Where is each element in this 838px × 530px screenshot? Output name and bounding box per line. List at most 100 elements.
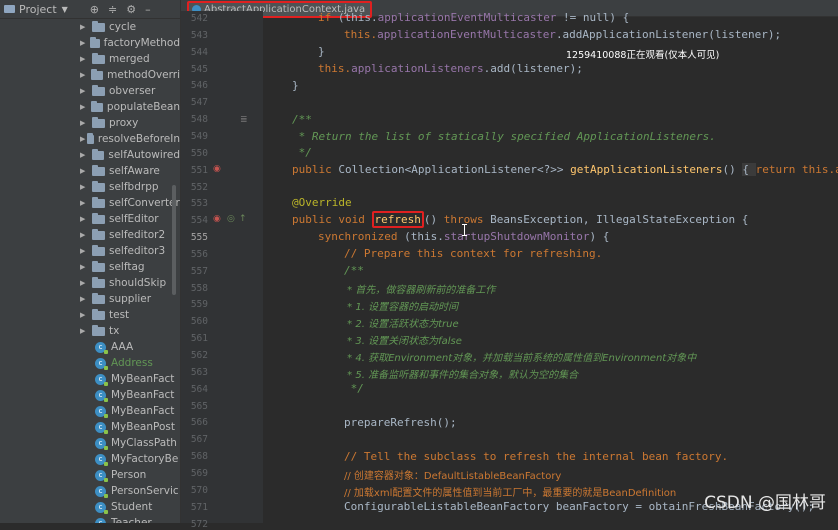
- chevron-right-icon[interactable]: ▶: [80, 231, 90, 239]
- tree-item-class[interactable]: c MyBeanPost: [0, 419, 180, 435]
- code-line: * Return the list of statically specifie…: [292, 130, 716, 143]
- chevron-right-icon[interactable]: ▶: [80, 199, 90, 207]
- tree-item-label: tx: [109, 325, 120, 337]
- folder-icon: [91, 148, 105, 160]
- gear-icon[interactable]: ⚙: [126, 3, 136, 16]
- tree-item-class[interactable]: c Teacher: [0, 515, 180, 523]
- tree-item-class[interactable]: c MyBeanFact: [0, 371, 180, 387]
- implementation-marker-icon[interactable]: ◎: [227, 214, 235, 224]
- tree-item-class[interactable]: c MyFactoryBe: [0, 451, 180, 467]
- tree-item-folder[interactable]: ▶ proxy: [0, 115, 180, 131]
- line-number: 555: [190, 232, 208, 244]
- collapse-icon[interactable]: ≑: [108, 3, 117, 16]
- tree-item-folder[interactable]: ▶ methodOverri: [0, 67, 180, 83]
- tree-item-folder[interactable]: ▶ supplier: [0, 291, 180, 307]
- chevron-right-icon[interactable]: ▶: [80, 151, 90, 159]
- javadoc-toggle-icon[interactable]: ≣: [240, 115, 248, 125]
- line-number: 564: [190, 383, 208, 395]
- class-icon: c: [95, 437, 108, 450]
- overrides-marker-icon[interactable]: ↑: [239, 214, 247, 224]
- tree-item-folder[interactable]: ▶ test: [0, 307, 180, 323]
- folder-icon: [92, 116, 105, 128]
- tree-item-label: selfeditor2: [109, 229, 166, 241]
- code-line: // 加载xml配置文件的属性值到当前工厂中，最重要的就是BeanDefinit…: [344, 488, 677, 499]
- chevron-right-icon[interactable]: ▶: [80, 311, 90, 319]
- chevron-right-icon[interactable]: ▶: [80, 23, 90, 31]
- chevron-right-icon[interactable]: ▶: [80, 135, 85, 143]
- tree-item-folder[interactable]: ▶ cycle: [0, 19, 180, 35]
- tree-item-class[interactable]: c MyBeanFact: [0, 387, 180, 403]
- line-number: 546: [190, 80, 208, 92]
- project-view-selector[interactable]: Project ▼: [4, 3, 68, 16]
- tree-item-folder[interactable]: ▶ selftag: [0, 259, 180, 275]
- tree-item-label: selfbdrpp: [109, 181, 159, 193]
- chevron-right-icon[interactable]: ▶: [80, 327, 90, 335]
- line-number: 542: [190, 13, 208, 24]
- tree-scrollbar[interactable]: [172, 185, 176, 295]
- chevron-right-icon[interactable]: ▶: [80, 119, 90, 127]
- tree-item-folder[interactable]: ▶ populateBean: [0, 99, 180, 115]
- chevron-right-icon[interactable]: ▶: [80, 279, 90, 287]
- class-icon: c: [95, 373, 108, 386]
- line-number: 559: [190, 299, 208, 311]
- code-line: if (this.applicationEventMulticaster != …: [318, 11, 630, 24]
- tree-item-label: MyBeanFact: [111, 373, 175, 385]
- code-line: this.applicationEventMulticaster.addAppl…: [344, 28, 782, 41]
- tree-item-class[interactable]: c Person: [0, 467, 180, 483]
- override-marker-icon[interactable]: ◉: [213, 164, 221, 174]
- class-icon: c: [95, 405, 108, 418]
- tree-item-label: selftag: [109, 261, 145, 273]
- code-line: public Collection<ApplicationListener<?>…: [292, 163, 838, 176]
- tree-item-class[interactable]: c MyClassPath: [0, 435, 180, 451]
- tree-item-folder[interactable]: ▶ selfAutowired: [0, 147, 180, 163]
- code-editor[interactable]: AbstractApplicationContext.java 542 543 54…: [181, 0, 838, 530]
- tree-item-folder[interactable]: ▶ selfeditor2: [0, 227, 180, 243]
- chevron-right-icon[interactable]: ▶: [80, 215, 90, 223]
- tree-item-folder[interactable]: ▶ selfAware: [0, 163, 180, 179]
- tree-item-folder[interactable]: ▶ selfEditor: [0, 211, 180, 227]
- csdn-watermark: CSDN @国林哥: [704, 493, 826, 513]
- locate-icon[interactable]: ⊕: [90, 3, 99, 16]
- tree-item-folder[interactable]: ▶ shouldSkip: [0, 275, 180, 291]
- tree-item-folder[interactable]: ▶ selfConverter: [0, 195, 180, 211]
- viewer-notice: 1259410088正在观看(仅本人可见): [566, 50, 720, 61]
- folder-icon: [92, 52, 105, 64]
- tree-item-folder[interactable]: ▶ selfbdrpp: [0, 179, 180, 195]
- tree-item-folder[interactable]: ▶ factoryMethod: [0, 35, 180, 51]
- folder-icon: [92, 276, 105, 288]
- class-icon: c: [95, 453, 108, 466]
- line-number: 544: [190, 46, 208, 58]
- tree-item-folder[interactable]: ▶ obverser: [0, 83, 180, 99]
- line-number: 569: [190, 467, 208, 479]
- chevron-right-icon[interactable]: ▶: [80, 183, 90, 191]
- line-number: 560: [190, 316, 208, 328]
- tree-item-class[interactable]: c Student: [0, 499, 180, 515]
- tree-item-class[interactable]: c Address: [0, 355, 180, 371]
- minimize-icon[interactable]: –: [145, 3, 151, 16]
- folder-icon: [92, 212, 105, 224]
- tree-item-class[interactable]: c PersonServic: [0, 483, 180, 499]
- chevron-right-icon[interactable]: ▶: [80, 55, 90, 63]
- tree-item-folder[interactable]: ▶ tx: [0, 323, 180, 339]
- chevron-right-icon[interactable]: ▶: [80, 71, 89, 79]
- tree-item-class[interactable]: c MyBeanFact: [0, 403, 180, 419]
- chevron-right-icon[interactable]: ▶: [80, 295, 90, 303]
- tree-item-label: Person: [111, 469, 147, 481]
- chevron-right-icon[interactable]: ▶: [80, 247, 90, 255]
- tree-item-label: Student: [111, 501, 153, 513]
- tree-item-class[interactable]: c AAA: [0, 339, 180, 355]
- editor-gutter[interactable]: 542 543 544 545 546 547 548 549 550 551 552 553 554 5…: [181, 11, 263, 530]
- chevron-right-icon[interactable]: ▶: [80, 263, 90, 271]
- folder-icon: [92, 244, 105, 256]
- tree-item-folder[interactable]: ▶ merged: [0, 51, 180, 67]
- chevron-right-icon[interactable]: ▶: [80, 167, 90, 175]
- tree-item-folder[interactable]: ▶ resolveBeforeIn: [0, 131, 180, 147]
- override-marker-icon[interactable]: ◉: [213, 214, 221, 224]
- chevron-right-icon[interactable]: ▶: [80, 39, 88, 47]
- tree-item-folder[interactable]: ▶ selfeditor3: [0, 243, 180, 259]
- refresh-method-name[interactable]: refresh: [371, 211, 424, 228]
- code-line: * 1. 设置容器的启动时间: [344, 302, 459, 313]
- chevron-right-icon[interactable]: ▶: [80, 103, 89, 111]
- tree-item-label: selfeditor3: [109, 245, 166, 257]
- chevron-right-icon[interactable]: ▶: [80, 87, 90, 95]
